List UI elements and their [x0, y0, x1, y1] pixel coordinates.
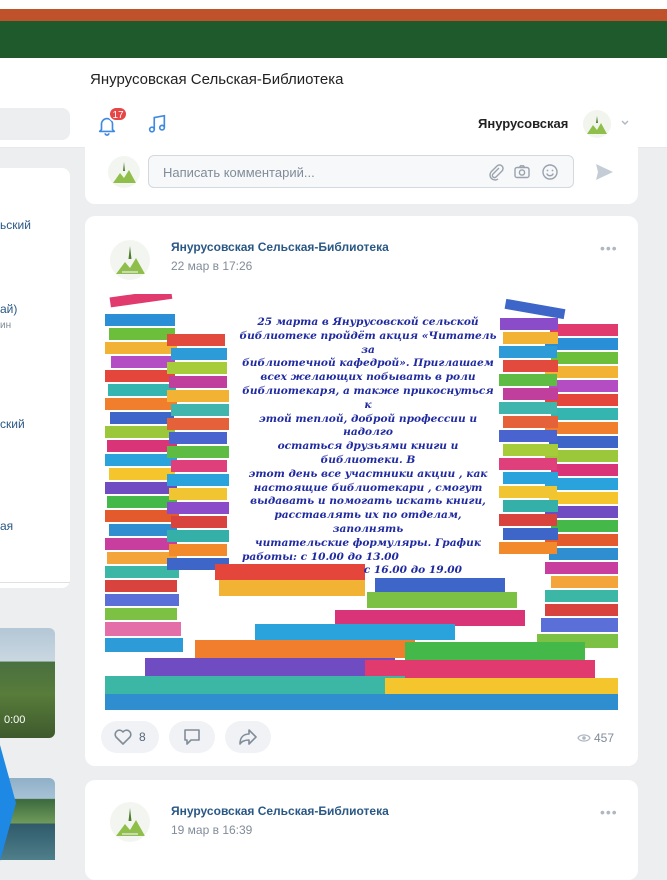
comment-input[interactable]: Написать комментарий...	[148, 155, 574, 188]
avatar[interactable]	[110, 240, 150, 280]
left-groups-panel: ьский ай) ин ский ая	[0, 168, 70, 588]
left-divider	[0, 582, 70, 583]
camera-icon[interactable]	[513, 163, 531, 181]
left-group-label[interactable]: ьский	[0, 218, 31, 232]
poster-line: остаться друзьями книги и библиотеки. В	[277, 440, 459, 466]
poster-line: этой теплой, доброй профессии и надолго	[258, 412, 478, 439]
poster-line: читательские формуляры. График	[255, 536, 481, 549]
poster-line: выдавать и помогать искать книги,	[250, 495, 486, 508]
post-author[interactable]: Янурусовская Сельская-Библиотека	[171, 804, 389, 818]
poster-line: библиотеке пройдёт акция «Читатель за	[239, 329, 497, 356]
post-card: Янурусовская Сельская-Библиотека 19 мар …	[85, 780, 638, 880]
brand-stripe-red	[0, 9, 667, 21]
poster-line: расставлять их по отделам, заполнять	[274, 509, 462, 535]
chevron-down-icon[interactable]	[620, 118, 630, 128]
video-duration: 0:00	[4, 714, 26, 726]
paperclip-icon[interactable]	[487, 163, 505, 181]
view-count: 457	[594, 731, 615, 745]
avatar[interactable]	[110, 802, 150, 842]
comment-icon	[184, 729, 200, 745]
poster-line: работы: с 10.00 до 13.00	[242, 550, 399, 563]
window-title: Янурусовская Сельская-Библиотека	[90, 71, 344, 88]
comment-placeholder: Написать комментарий...	[163, 165, 315, 180]
post-date[interactable]: 22 мар в 17:26	[171, 259, 252, 273]
poster-line: настоящие библиотекари , смогут	[253, 481, 483, 494]
poster-line: всех желающих побывать в роли	[260, 371, 476, 384]
post-card: Янурусовская Сельская-Библиотека 22 мар …	[85, 216, 638, 766]
poster-line: 25 марта в Янурусовской сельской	[257, 316, 479, 328]
comment-button[interactable]	[169, 721, 215, 753]
search-input[interactable]	[0, 108, 70, 140]
avatar[interactable]	[583, 110, 611, 138]
poster-text: 25 марта в Янурусовской сельской библиот…	[238, 316, 498, 578]
poster-line: библиотекаря, а также прикоснуться к	[242, 384, 494, 411]
smile-icon[interactable]	[541, 163, 559, 181]
comment-card: Написать комментарий...	[85, 138, 638, 204]
heart-icon	[114, 729, 132, 745]
left-book-stack	[105, 294, 183, 652]
share-icon	[239, 729, 257, 745]
video-thumbnail[interactable]: 0:00	[0, 628, 55, 738]
avatar[interactable]	[108, 156, 140, 188]
scroll-arrow-icon[interactable]	[0, 745, 16, 861]
more-options-icon[interactable]: •••	[600, 804, 618, 820]
left-group-sub: ин	[0, 320, 12, 331]
left-book-stack-2	[167, 334, 229, 570]
post-image[interactable]: 25 марта в Янурусовской сельской библиот…	[105, 294, 618, 710]
user-name[interactable]: Янурусовская	[478, 116, 568, 131]
window-titlebar: Янурусовская Сельская-Библиотека	[0, 58, 667, 100]
post-date[interactable]: 19 мар в 16:39	[171, 823, 252, 837]
send-icon[interactable]	[593, 161, 615, 183]
post-author[interactable]: Янурусовская Сельская-Библиотека	[171, 240, 389, 254]
left-group-label[interactable]: ай)	[0, 302, 17, 316]
poster-line: библиотечной кафедрой». Приглашаем	[242, 357, 494, 370]
top-white-band	[0, 0, 667, 9]
like-count: 8	[139, 730, 146, 744]
music-icon[interactable]	[146, 112, 168, 136]
left-group-label[interactable]: ая	[0, 519, 13, 533]
brand-stripe-green	[0, 21, 667, 58]
like-button[interactable]: 8	[101, 721, 159, 753]
view-counter: 457	[577, 731, 614, 745]
right-book-stack-2	[499, 318, 558, 554]
share-button[interactable]	[225, 721, 271, 753]
poster-line: с 16.00 до 19.00	[363, 564, 462, 577]
left-group-label[interactable]: ский	[0, 417, 25, 431]
more-options-icon[interactable]: •••	[600, 240, 618, 256]
eye-icon	[577, 734, 591, 742]
poster-line: этот день все участники акции , как	[248, 467, 488, 480]
notifications-badge: 17	[108, 106, 128, 122]
